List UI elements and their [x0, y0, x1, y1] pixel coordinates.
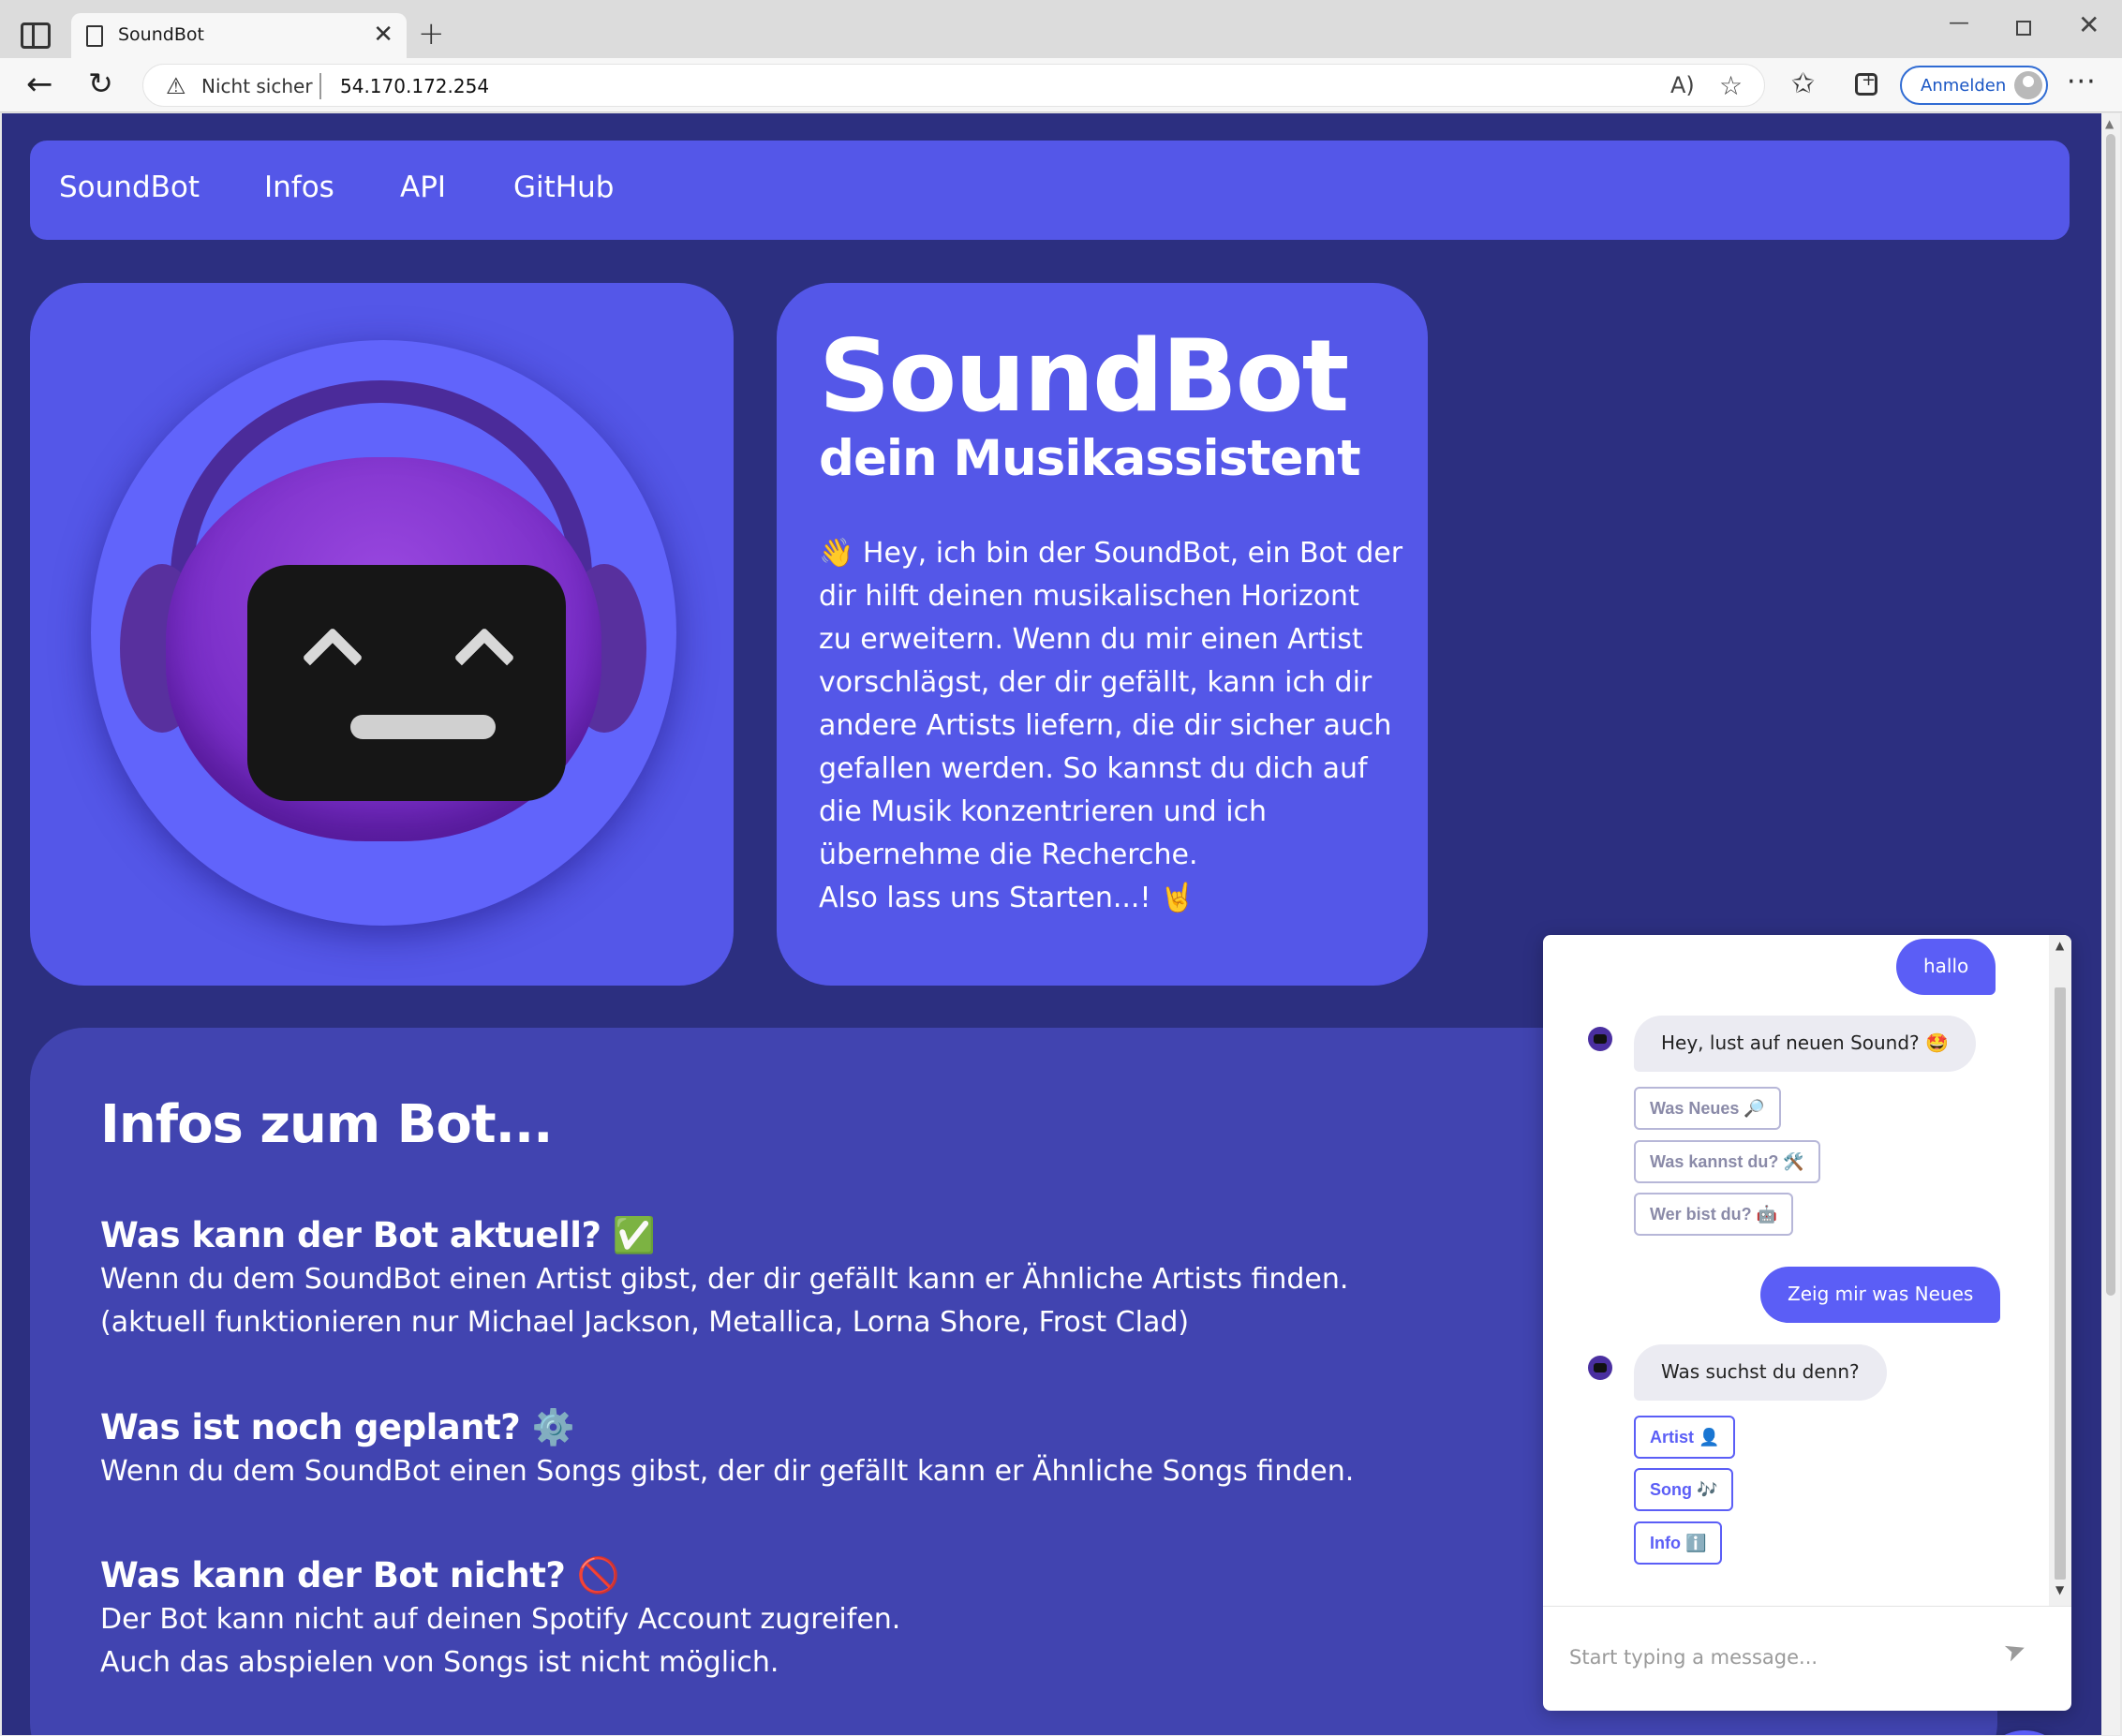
read-aloud-icon[interactable]: A)	[1670, 72, 1695, 98]
scroll-up-icon[interactable]: ▲	[2055, 939, 2064, 952]
browser-tab-bar: SoundBot ✕ + — ✕	[0, 0, 2122, 58]
site-navbar: SoundBot Infos API GitHub	[30, 141, 2070, 240]
page-scroll-thumb[interactable]	[2106, 134, 2115, 1296]
hero-card: SoundBot dein Musikassistent 👋 Hey, ich …	[777, 283, 1428, 986]
favorites-icon[interactable]: ✩	[1791, 67, 1815, 100]
info-line: (aktuell funktionieren nur Michael Jacks…	[100, 1306, 1190, 1339]
info-text-planned: Wenn du dem SoundBot einen Songs gibst, …	[100, 1450, 1354, 1493]
signin-button[interactable]: Anmelden	[1900, 66, 2048, 105]
info-text-current: Wenn du dem SoundBot einen Artist gibst,…	[100, 1258, 1348, 1344]
quick-reply-info-button[interactable]: Info ℹ️	[1634, 1521, 1723, 1565]
minimize-icon[interactable]: —	[1949, 11, 1969, 35]
robot-face	[247, 565, 566, 801]
info-line: Auch das abspielen von Songs ist nicht m…	[100, 1646, 779, 1679]
info-heading-planned: Was ist noch geplant? ⚙️	[100, 1407, 575, 1447]
reload-icon[interactable]: ↻	[88, 66, 113, 101]
maximize-icon[interactable]	[2016, 21, 2031, 36]
info-text-limitations: Der Bot kann nicht auf deinen Spotify Ac…	[100, 1598, 900, 1684]
hero-line: zu erweitern. Wenn du mir einen Artist	[819, 623, 1363, 656]
chat-message-user: hallo	[1896, 939, 1996, 995]
arrow-left-icon[interactable]: ←	[26, 66, 53, 103]
hero-line: dir hilft deinen musikalischen Horizont	[819, 580, 1359, 613]
hero-line: vorschlägst, der dir gefällt, kann ich d…	[819, 666, 1373, 699]
hero-line: 👋 Hey, ich bin der SoundBot, ein Bot der	[819, 537, 1403, 570]
plus-icon[interactable]: +	[418, 15, 445, 52]
security-label[interactable]: Nicht sicher	[201, 75, 313, 97]
chat-message-user: Zeig mir was Neues	[1760, 1267, 2001, 1323]
star-plus-icon[interactable]: ☆	[1719, 70, 1743, 101]
chat-message-bot: Was suchst du denn?	[1634, 1344, 1887, 1401]
avatar	[2014, 71, 2042, 99]
scroll-up-icon[interactable]: ▲	[2105, 117, 2114, 130]
quick-reply-button[interactable]: Wer bist du? 🤖	[1634, 1193, 1794, 1236]
nav-link-soundbot[interactable]: SoundBot	[59, 171, 200, 204]
quick-reply-artist-button[interactable]: Artist 👤	[1634, 1416, 1736, 1459]
chat-input-row: ➤	[1543, 1606, 2071, 1711]
robot-mouth	[350, 715, 496, 739]
hero-description: 👋 Hey, ich bin der SoundBot, ein Bot der…	[819, 532, 1409, 920]
chat-scrollbar[interactable]: ▲ ▼	[2049, 935, 2071, 1606]
info-line: Der Bot kann nicht auf deinen Spotify Ac…	[100, 1603, 901, 1636]
robot-illustration-card	[30, 283, 734, 986]
quick-reply-button[interactable]: Was kannst du? 🛠️	[1634, 1140, 1820, 1183]
browser-tab[interactable]: SoundBot ✕	[71, 13, 407, 58]
tab-actions-icon[interactable]	[21, 22, 51, 49]
hero-line: übernehme die Recherche.	[819, 838, 1198, 871]
send-icon[interactable]: ➤	[1999, 1632, 2030, 1669]
signin-label: Anmelden	[1921, 76, 2007, 96]
chat-scroll-thumb[interactable]	[2055, 987, 2066, 1580]
nav-link-api[interactable]: API	[400, 171, 446, 204]
chat-message-bot: Hey, lust auf neuen Sound? 🤩	[1634, 1016, 1976, 1072]
hero-subtitle: dein Musikassistent	[819, 430, 1361, 487]
bot-avatar-icon	[1588, 1356, 1612, 1380]
chat-widget: ▲ ▼ hallo Hey, lust auf neuen Sound? 🤩 W…	[1543, 935, 2071, 1711]
url-text[interactable]: 54.170.172.254	[340, 75, 489, 97]
info-title: Infos zum Bot...	[100, 1094, 553, 1155]
hero-line: die Musik konzentrieren und ich	[819, 795, 1268, 828]
close-icon[interactable]: ✕	[373, 21, 393, 49]
page-icon	[86, 25, 103, 47]
collections-icon[interactable]	[1855, 70, 1877, 96]
nav-link-infos[interactable]: Infos	[264, 171, 334, 204]
hero-title: SoundBot	[819, 319, 1349, 434]
quick-reply-button[interactable]: Was Neues 🔎	[1634, 1087, 1781, 1130]
robot-eye-right	[453, 627, 515, 689]
bot-avatar-icon	[1588, 1027, 1612, 1051]
address-bar[interactable]: ⚠ Nicht sicher 54.170.172.254 A) ☆	[142, 64, 1765, 107]
address-separator	[319, 73, 321, 99]
warning-icon[interactable]: ⚠	[166, 73, 186, 99]
quick-reply-song-button[interactable]: Song 🎶	[1634, 1468, 1734, 1511]
info-line: Wenn du dem SoundBot einen Artist gibst,…	[100, 1263, 1349, 1296]
tab-title: SoundBot	[118, 24, 204, 45]
browser-toolbar: ← ↻ ⚠ Nicht sicher 54.170.172.254 A) ☆ ✩…	[0, 58, 2122, 112]
more-icon[interactable]: ···	[2067, 66, 2097, 98]
info-line: Wenn du dem SoundBot einen Songs gibst, …	[100, 1455, 1355, 1488]
nav-link-github[interactable]: GitHub	[513, 171, 614, 204]
page-scrollbar[interactable]: ▲	[2101, 113, 2120, 1735]
info-heading-current: Was kann der Bot aktuell? ✅	[100, 1215, 656, 1255]
chat-message-input[interactable]	[1569, 1639, 1981, 1676]
hero-line: gefallen werden. So kannst du dich auf	[819, 752, 1368, 785]
page-viewport: SoundBot Infos API GitHub SoundBot dein …	[2, 113, 2101, 1735]
scroll-down-icon[interactable]: ▼	[2055, 1583, 2064, 1596]
window-close-icon[interactable]: ✕	[2078, 9, 2100, 40]
robot-eye-left	[302, 627, 364, 689]
hero-line: andere Artists liefern, die dir sicher a…	[819, 709, 1392, 742]
info-heading-limitations: Was kann der Bot nicht? 🚫	[100, 1555, 620, 1595]
hero-line: Also lass uns Starten...! 🤘	[819, 882, 1195, 914]
